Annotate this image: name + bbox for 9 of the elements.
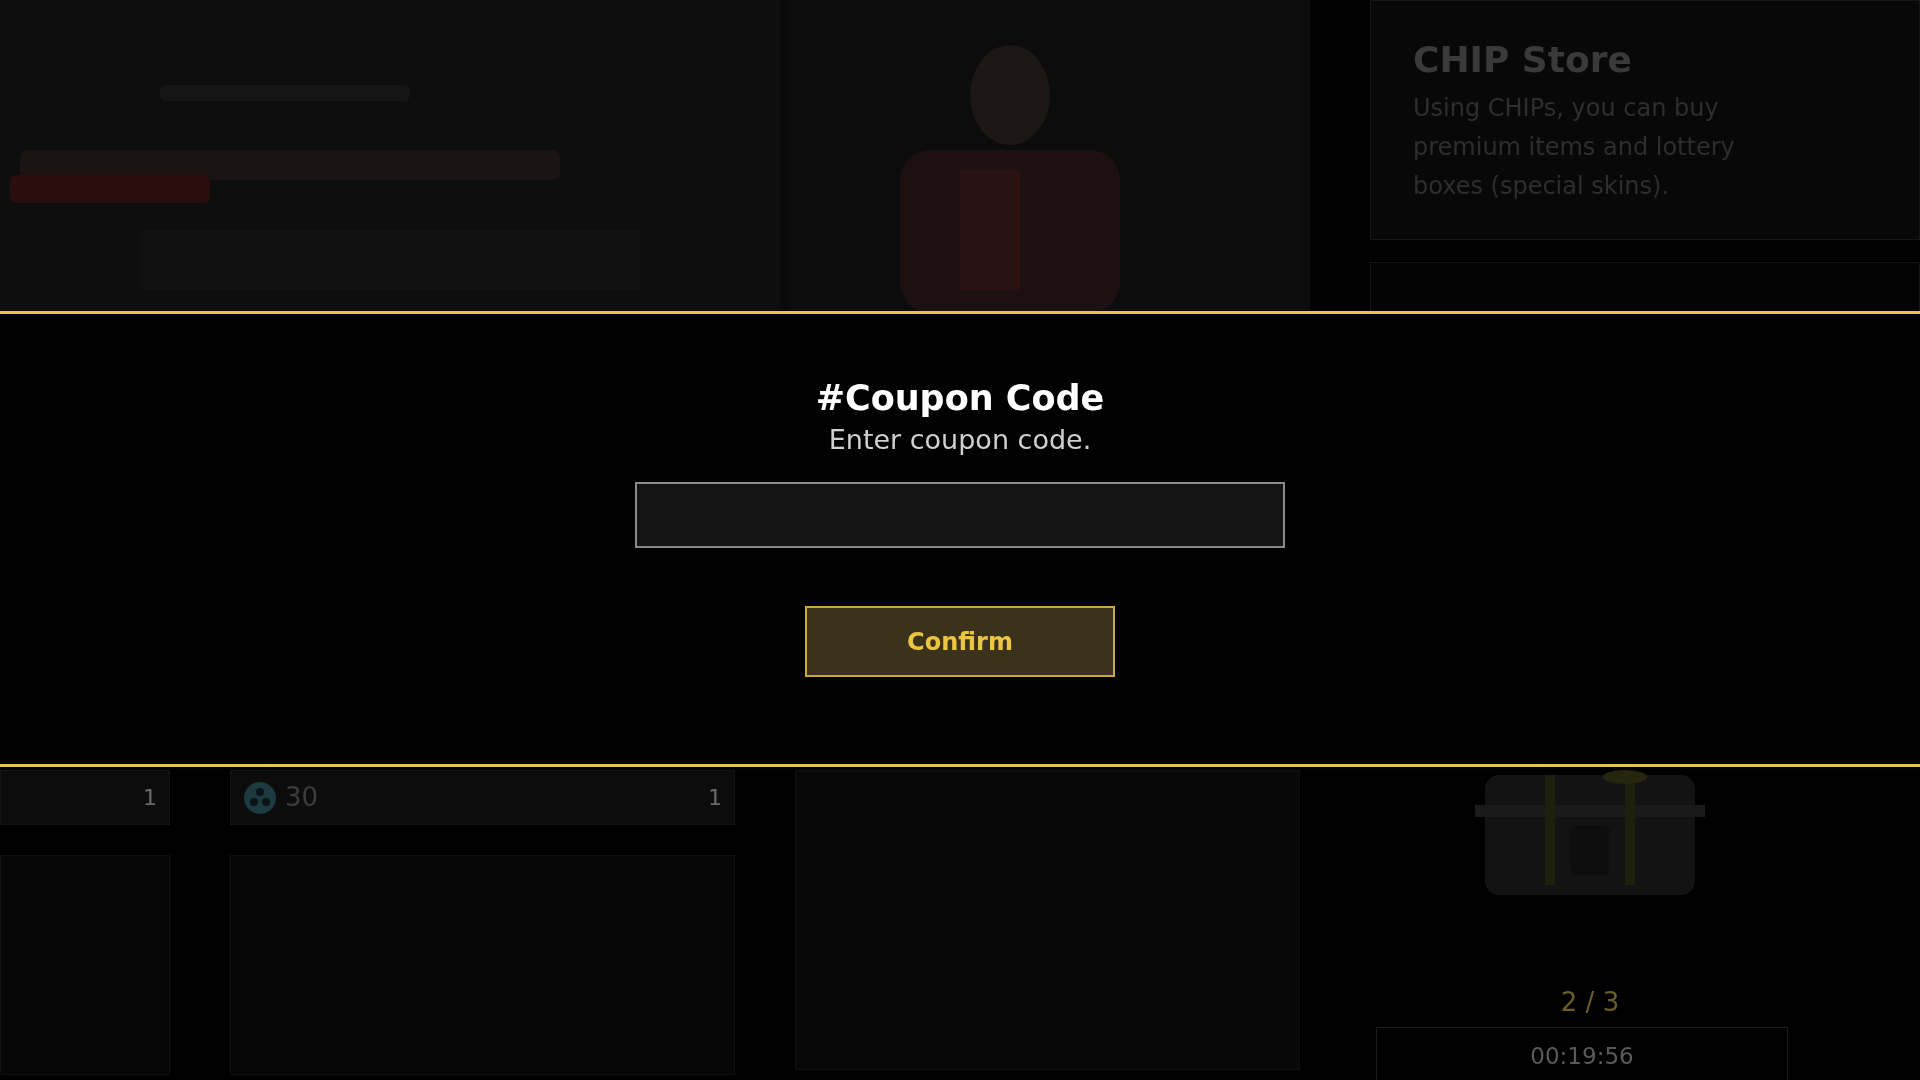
coin-icon — [243, 780, 277, 815]
supply-count: 2 / 3 — [1560, 986, 1620, 1019]
timer-box: 00:19:56 — [1376, 1027, 1788, 1080]
item-count: 1 — [143, 784, 157, 812]
confirm-button[interactable]: Confirm — [805, 606, 1115, 677]
coupon-input-field[interactable] — [635, 482, 1285, 548]
dialog-title: #Coupon Code — [815, 377, 1105, 420]
dialog-subtitle: Enter coupon code. — [828, 423, 1092, 457]
item-count: 1 — [708, 784, 722, 812]
